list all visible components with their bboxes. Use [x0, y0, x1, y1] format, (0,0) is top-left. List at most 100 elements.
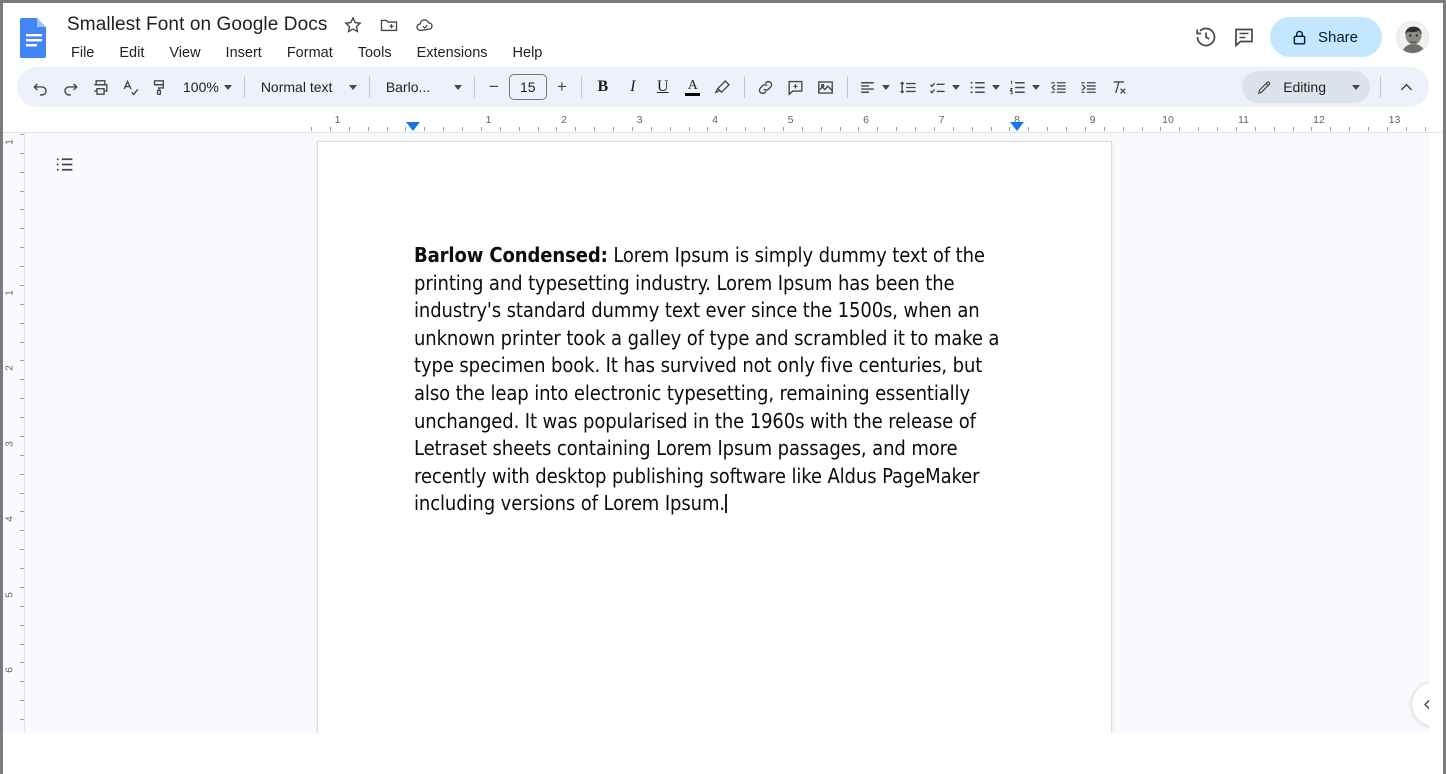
vruler-tick: [20, 417, 24, 418]
vertical-ruler[interactable]: 1 1 2 3 4 5 6: [3, 133, 25, 733]
highlight-pen-icon: [714, 79, 731, 94]
ruler-number: 6: [863, 114, 869, 126]
undo-button[interactable]: [25, 72, 55, 102]
menu-format[interactable]: Format: [283, 42, 337, 64]
star-icon[interactable]: [343, 15, 363, 35]
clear-formatting-button[interactable]: [1104, 72, 1134, 102]
menu-file[interactable]: File: [67, 42, 98, 64]
align-button[interactable]: [854, 72, 894, 102]
page-title[interactable]: Smallest Font on Google Docs: [67, 14, 327, 36]
vruler-tick: [20, 134, 24, 135]
editing-mode-dropdown[interactable]: Editing: [1242, 71, 1370, 103]
insert-image-button[interactable]: [811, 72, 841, 102]
ruler-tick: [556, 127, 557, 131]
toolbar-divider: [743, 76, 745, 98]
text-color-swatch: [685, 92, 701, 96]
menu-view[interactable]: View: [165, 42, 204, 64]
header-actions: Share: [1194, 17, 1429, 57]
font-family-dropdown[interactable]: Barlo...: [376, 72, 468, 102]
add-comment-button[interactable]: [781, 72, 811, 102]
increase-font-size-button[interactable]: +: [549, 73, 575, 101]
right-indent-marker[interactable]: [1010, 122, 1024, 131]
document-page[interactable]: Barlow Condensed: Lorem Ipsum is simply …: [317, 141, 1112, 733]
vruler-tick: [20, 511, 24, 512]
ruler-tick: [1217, 127, 1218, 131]
menu-help[interactable]: Help: [509, 42, 547, 64]
text-color-button[interactable]: A: [678, 72, 708, 102]
ruler-tick: [330, 127, 331, 131]
vruler-number: 3: [4, 440, 16, 447]
menu-tools[interactable]: Tools: [354, 42, 396, 64]
vruler-number: 2: [4, 365, 16, 371]
version-history-icon[interactable]: [1194, 25, 1218, 49]
horizontal-ruler[interactable]: 1 1 2 3 4 5 6 7 8 9 10 11 12 13: [3, 113, 1443, 133]
redo-button[interactable]: [55, 72, 85, 102]
zoom-control[interactable]: 100%: [175, 72, 238, 102]
print-button[interactable]: [85, 72, 115, 102]
ruler-tick: [1160, 127, 1161, 131]
font-name-label: Barlow Condensed:: [414, 243, 608, 267]
ruler-tick: [1179, 127, 1180, 131]
vruler-tick: [20, 662, 24, 663]
docs-file-icon[interactable]: [17, 17, 51, 59]
ruler-tick: [802, 127, 803, 131]
vruler-number: 1: [4, 138, 16, 145]
paint-format-button[interactable]: [145, 72, 175, 102]
font-size-input[interactable]: [508, 74, 547, 100]
ruler-number: 11: [1238, 114, 1249, 126]
ruler-tick: [821, 127, 822, 131]
ruler-tick: [632, 127, 633, 131]
italic-button[interactable]: I: [618, 72, 648, 102]
checklist-button[interactable]: [924, 72, 964, 102]
numbered-list-button[interactable]: [1004, 72, 1044, 102]
insert-link-button[interactable]: [751, 72, 781, 102]
ruler-tick: [1293, 127, 1294, 131]
menu-insert[interactable]: Insert: [222, 42, 266, 64]
menu-edit[interactable]: Edit: [115, 42, 148, 64]
vruler-tick: [20, 530, 24, 531]
ruler-tick: [481, 127, 482, 131]
italic-label: I: [630, 78, 636, 95]
underline-button[interactable]: U: [648, 72, 678, 102]
vruler-number: 5: [4, 591, 16, 598]
move-to-folder-icon[interactable]: [379, 15, 399, 35]
ruler-tick: [651, 127, 652, 131]
main-toolbar: 100% Normal text Barlo... − + B: [17, 67, 1429, 107]
highlight-color-button[interactable]: [708, 72, 738, 102]
ruler-tick: [1047, 127, 1048, 131]
share-button[interactable]: Share: [1269, 17, 1382, 57]
menu-extensions[interactable]: Extensions: [413, 42, 492, 64]
ruler-tick: [972, 127, 973, 131]
increase-indent-button[interactable]: [1074, 72, 1104, 102]
left-indent-marker[interactable]: [406, 122, 420, 131]
ruler-tick: [745, 127, 746, 131]
vruler-tick: [20, 493, 24, 494]
collapse-toolbar-button[interactable]: [1391, 72, 1421, 102]
document-paragraph[interactable]: Barlow Condensed: Lorem Ipsum is simply …: [414, 242, 1010, 518]
toolbar-divider: [580, 76, 582, 98]
title-icon-group: [343, 15, 435, 35]
ruler-tick: [877, 127, 878, 131]
vruler-tick: [20, 153, 24, 154]
bulleted-list-button[interactable]: [964, 72, 1004, 102]
chevron-down-icon: [881, 84, 890, 90]
spellcheck-button[interactable]: [115, 72, 145, 102]
comment-history-icon[interactable]: [1232, 25, 1256, 49]
ruler-tick: [1198, 127, 1199, 131]
cloud-saved-icon[interactable]: [415, 15, 435, 35]
ruler-number: 3: [636, 114, 643, 126]
vruler-tick: [20, 228, 24, 229]
line-spacing-button[interactable]: [894, 72, 924, 102]
ruler-tick: [1330, 127, 1331, 131]
chevron-down-icon: [991, 84, 1000, 90]
ruler-tick: [594, 127, 595, 131]
paragraph-style-dropdown[interactable]: Normal text: [251, 72, 363, 102]
user-avatar[interactable]: [1396, 20, 1429, 54]
bold-button[interactable]: B: [588, 72, 618, 102]
ruler-tick: [764, 127, 765, 131]
ruler-tick: [707, 127, 708, 131]
document-outline-button[interactable]: [47, 147, 81, 181]
toolbar-divider: [473, 76, 475, 98]
decrease-font-size-button[interactable]: −: [481, 73, 507, 101]
decrease-indent-button[interactable]: [1044, 72, 1074, 102]
